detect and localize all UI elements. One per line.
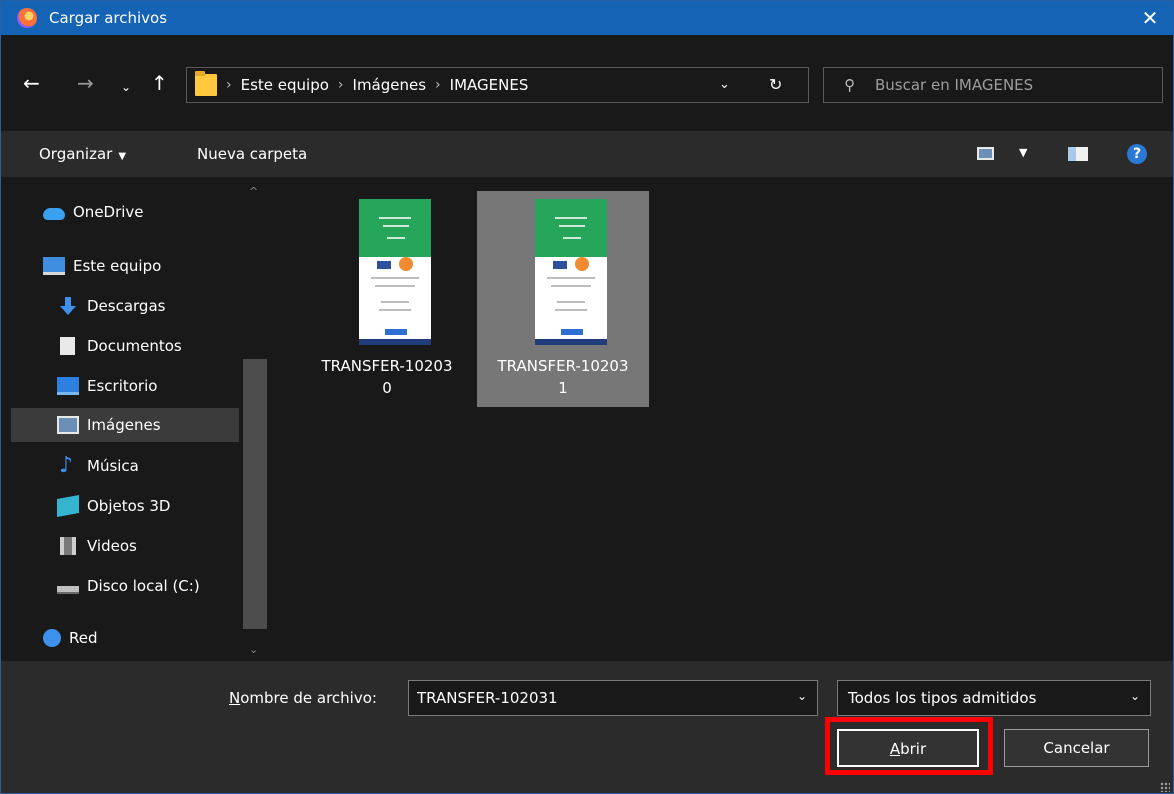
sidebar-item-escritorio[interactable]: Escritorio [57,369,239,403]
address-row: ← → ⌄ ↑ › Este equipo › Imágenes › IMAGE… [1,57,1173,109]
organize-button[interactable]: Organizar ▼ [39,145,126,163]
computer-icon [43,257,65,275]
view-options-caret-icon[interactable]: ▼ [1019,146,1027,159]
sidebar-item-label: OneDrive [73,203,144,221]
sidebar-item-imagenes[interactable]: Imágenes [11,408,239,442]
filename-input[interactable] [408,680,818,716]
sidebar-item-documentos[interactable]: Documentos [57,329,239,363]
back-button[interactable]: ← [23,73,40,93]
sidebar-item-label: Este equipo [73,257,162,275]
file-open-dialog: Cargar archivos ✕ ← → ⌄ ↑ › Este equipo … [0,0,1174,794]
breadcrumb-imagenes[interactable]: Imágenes [353,76,427,94]
dialog-title: Cargar archivos [49,9,168,27]
sidebar-item-label: Descargas [87,297,166,315]
sidebar-item-descargas[interactable]: Descargas [57,289,239,323]
search-icon: ⚲ [844,76,855,94]
dialog-footer: Nombre de archivo: ⌄ Todos los tipos adm… [1,661,1173,793]
video-icon [60,537,76,555]
network-icon [43,629,61,647]
title-bar[interactable]: Cargar archivos ✕ [1,1,1173,35]
document-icon [60,337,75,355]
file-type-value: Todos los tipos admitidos [848,689,1037,707]
address-dropdown-icon[interactable]: ⌄ [719,77,730,92]
preview-pane-icon[interactable] [1068,147,1088,161]
folder-icon [195,71,217,96]
organize-label: Organizar [39,145,113,163]
sidebar-item-label: Red [69,629,98,647]
sidebar-item-label: Documentos [87,337,182,355]
caret-down-icon: ▼ [118,151,127,162]
file-name: TRANSFER-10203 0 [321,357,453,397]
breadcrumb-separator-icon: › [435,77,441,93]
sidebar-item-disco-local[interactable]: Disco local (C:) [57,569,239,603]
up-button[interactable]: ↑ [151,73,168,93]
file-item[interactable]: TRANSFER-10203 0 [301,191,473,407]
breadcrumb-imagenes-folder[interactable]: IMAGENES [450,76,529,94]
file-type-select[interactable]: Todos los tipos admitidos ⌄ [837,680,1151,716]
change-view-icon[interactable] [977,147,994,160]
breadcrumb-separator-icon: › [226,77,232,93]
pictures-icon [57,416,79,434]
recent-locations-button[interactable]: ⌄ [121,77,131,97]
command-toolbar: Organizar ▼ Nueva carpeta ▼ ? [1,131,1173,177]
scroll-down-icon[interactable]: ⌄ [249,643,258,656]
scroll-up-icon[interactable]: ^ [249,185,258,198]
resize-grip-icon[interactable] [1160,782,1170,792]
image-thumbnail [359,199,431,345]
sidebar-item-label: Videos [87,537,137,555]
chevron-down-icon: ⌄ [1129,689,1140,703]
address-bar[interactable]: › Este equipo › Imágenes › IMAGENES ⌄ ↻ [186,67,809,103]
file-name: TRANSFER-10203 1 [497,357,629,397]
filename-label: Nombre de archivo: [229,689,377,707]
sidebar-item-videos[interactable]: Videos [57,529,239,563]
sidebar-item-label: Música [87,457,139,475]
sidebar-scroll-thumb[interactable] [243,359,267,629]
forward-button[interactable]: → [77,73,94,93]
image-thumbnail [535,199,607,345]
download-icon [57,297,79,315]
sidebar-item-label: Objetos 3D [87,497,171,515]
desktop-icon [57,377,79,395]
help-icon[interactable]: ? [1127,144,1147,164]
file-item-selected[interactable]: TRANSFER-10203 1 [477,191,649,407]
firefox-logo-icon [17,8,37,28]
sidebar-item-label: Imágenes [87,416,161,434]
sidebar-item-onedrive[interactable]: OneDrive [43,195,239,229]
open-button[interactable]: Abrir [837,729,979,767]
search-placeholder: Buscar en IMAGENES [875,76,1034,94]
cloud-icon [43,207,65,220]
navigation-pane: OneDrive Este equipo Descargas Documento… [11,177,273,661]
breadcrumb-separator-icon: › [337,77,344,93]
search-box[interactable]: ⚲ Buscar en IMAGENES [823,67,1163,103]
disk-icon [57,586,79,594]
sidebar-item-label: Escritorio [87,377,158,395]
sidebar-item-musica[interactable]: Música [57,449,239,483]
refresh-icon[interactable]: ↻ [769,75,782,94]
music-icon [57,453,79,478]
sidebar-item-red[interactable]: Red [43,621,239,655]
cube-icon [57,495,79,517]
new-folder-button[interactable]: Nueva carpeta [197,145,307,163]
sidebar-item-label: Disco local (C:) [87,577,200,595]
sidebar-item-este-equipo[interactable]: Este equipo [43,249,239,283]
file-list: TRANSFER-10203 0 TRANSFER-10203 1 [273,177,1173,661]
sidebar-item-objetos-3d[interactable]: Objetos 3D [57,489,239,523]
filename-dropdown-icon[interactable]: ⌄ [797,689,807,703]
cancel-button[interactable]: Cancelar [1004,729,1149,767]
breadcrumb-este-equipo[interactable]: Este equipo [241,76,329,94]
close-button[interactable]: ✕ [1127,1,1173,35]
